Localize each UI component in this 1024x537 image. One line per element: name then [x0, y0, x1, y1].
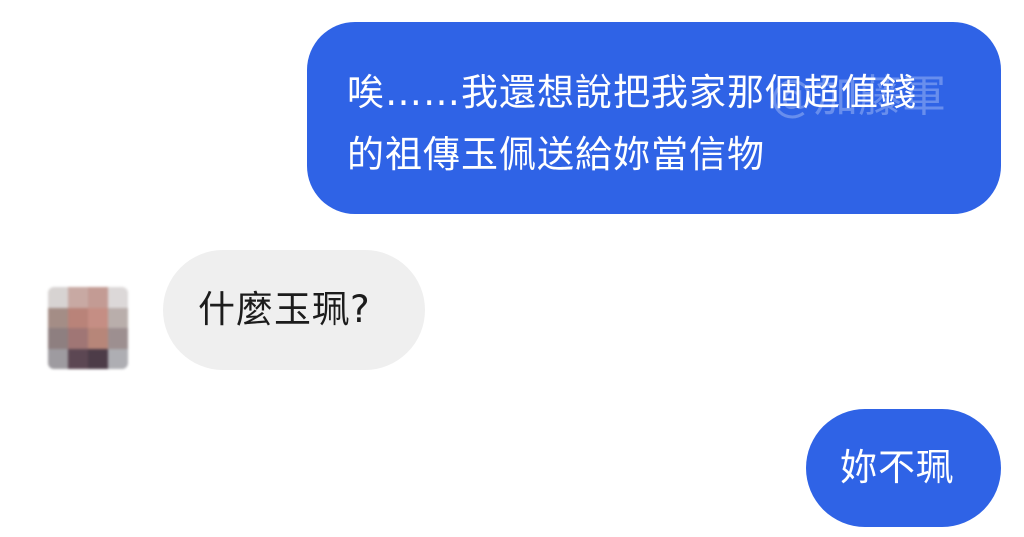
outgoing-message-bubble[interactable]: 唉……我還想說把我家那個超值錢 的祖傳玉佩送給妳當信物 — [307, 22, 1001, 214]
chat-thread: 唉……我還想說把我家那個超值錢 的祖傳玉佩送給妳當信物 @加藤軍 什麼玉珮? 妳… — [0, 0, 1024, 537]
outgoing-message-bubble[interactable]: 妳不珮 — [806, 409, 1001, 527]
incoming-message-bubble[interactable]: 什麼玉珮? — [163, 250, 425, 370]
pixelated-avatar-icon[interactable] — [48, 287, 128, 369]
message-text: 妳不珮 — [840, 446, 954, 489]
message-text: 什麼玉珮? — [198, 288, 371, 331]
message-text: 唉……我還想說把我家那個超值錢 的祖傳玉佩送給妳當信物 — [347, 71, 917, 176]
